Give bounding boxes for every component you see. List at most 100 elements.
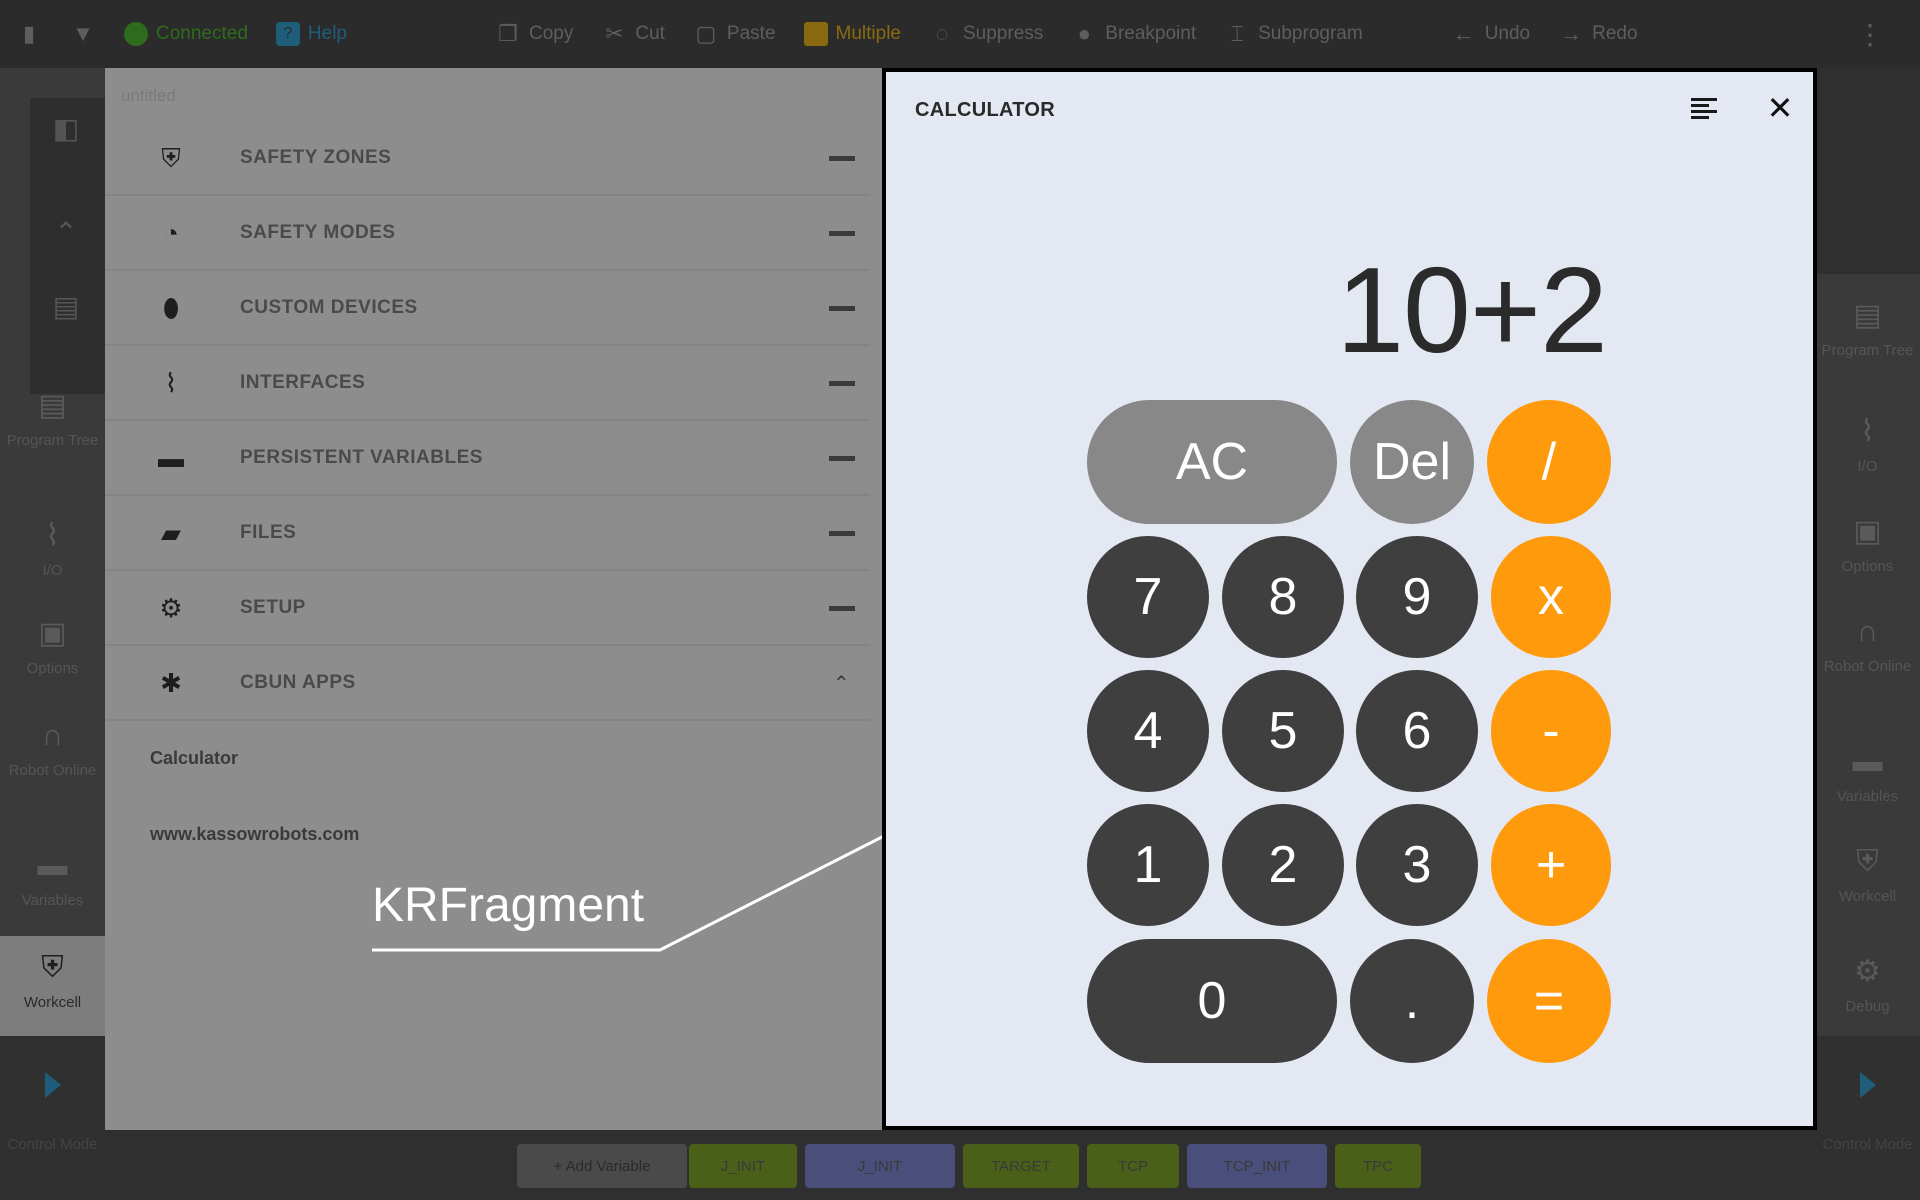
chevron-up-icon: ⌃ [833, 672, 850, 695]
io-icon: ⌇ [1860, 415, 1875, 448]
rail-io[interactable]: ⌇ I/O [0, 518, 105, 580]
breakpoint-button[interactable]: ● Breakpoint [1071, 0, 1197, 68]
layout-icon[interactable]: ◧ [48, 112, 84, 148]
expand-dash-icon [829, 230, 855, 236]
digit-6-button[interactable]: 6 [1356, 670, 1478, 792]
rail-io[interactable]: ⌇ I/O [1815, 414, 1920, 476]
undo-label: Undo [1484, 23, 1531, 44]
left-rail: ◧ ⌃ ▤ ▤ Program Tree ⌇ I/O ▣ Options ∩ R… [0, 68, 105, 1200]
multiple-button[interactable]: Multiple [803, 0, 901, 68]
list-item-label: SAFETY MODES [240, 222, 396, 243]
chevron-up-icon[interactable]: ⌃ [48, 216, 84, 252]
cbun-app-website[interactable]: www.kassowrobots.com [150, 824, 359, 845]
variable-chip[interactable]: J_INIT [689, 1144, 797, 1188]
equals-button[interactable]: = [1487, 939, 1611, 1063]
variables-bar: + Add Variable J_INIT J_INIT TARGET TCP … [105, 1130, 1815, 1200]
copy-icon: ❐ [498, 21, 518, 46]
rail-robot-online[interactable]: ∩ Robot Online [1815, 614, 1920, 676]
digit-0-button[interactable]: 0 [1087, 939, 1337, 1063]
list-item-setup[interactable]: ⚙ SETUP [105, 572, 870, 646]
connected-label: Connected [156, 23, 248, 44]
variable-chip[interactable]: TPC [1335, 1144, 1421, 1188]
plus-button[interactable]: + [1491, 804, 1611, 926]
play-icon [1859, 1072, 1876, 1098]
variable-chip[interactable]: TCP [1087, 1144, 1179, 1188]
rail-options[interactable]: ▣ Options [1815, 514, 1920, 576]
digit-2-button[interactable]: 2 [1222, 804, 1344, 926]
cut-label: Cut [635, 23, 665, 44]
multiple-label: Multiple [835, 23, 901, 44]
history-menu-icon[interactable] [1691, 98, 1717, 122]
list-item-files[interactable]: ▰ FILES [105, 497, 870, 571]
rail-robot-online[interactable]: ∩ Robot Online [0, 718, 105, 780]
control-mode-right[interactable]: Control Mode [1815, 1036, 1920, 1200]
workcell-icon: ⛨ [1856, 845, 1879, 878]
list-item-label: SAFETY ZONES [240, 147, 392, 168]
rail-label: Robot Online [1823, 658, 1912, 675]
variable-chip[interactable]: J_INIT [805, 1144, 955, 1188]
digit-9-button[interactable]: 9 [1356, 536, 1478, 658]
rail-options[interactable]: ▣ Options [0, 616, 105, 678]
help-button[interactable]: ? Help [275, 0, 347, 68]
decimal-point-button[interactable]: . [1350, 939, 1474, 1063]
digit-7-button[interactable]: 7 [1087, 536, 1209, 658]
expand-dash-icon [829, 305, 855, 311]
undo-button[interactable]: ← Undo [1451, 0, 1530, 68]
cbun-app-calculator[interactable]: Calculator [150, 748, 238, 769]
variables-icon: ▬ [1852, 745, 1883, 778]
add-variable-button[interactable]: + Add Variable [517, 1144, 687, 1188]
rail-program-tree[interactable]: ▤ Program Tree [0, 388, 105, 450]
wifi-button[interactable]: ▼ [70, 0, 96, 68]
list-item-safety-zones[interactable]: ⛨ SAFETY ZONES [105, 122, 870, 196]
rail-variables[interactable]: ▬ Variables [1815, 744, 1920, 806]
suppress-button[interactable]: ◌ Suppress [929, 0, 1043, 68]
help-label: Help [307, 23, 347, 44]
digit-1-button[interactable]: 1 [1087, 804, 1209, 926]
list-item-custom-devices[interactable]: ⬮ CUSTOM DEVICES [105, 272, 870, 346]
rail-variables[interactable]: ▬ Variables [0, 848, 105, 910]
list-item-cbun-apps[interactable]: ✱ CBUN APPS ⌃ [105, 647, 870, 721]
digit-3-button[interactable]: 3 [1356, 804, 1478, 926]
suppress-icon: ◌ [935, 21, 949, 46]
rail-debug[interactable]: ⚙ Debug [1815, 954, 1920, 1016]
digit-5-button[interactable]: 5 [1222, 670, 1344, 792]
digit-4-button[interactable]: 4 [1087, 670, 1209, 792]
rail-label: Options [26, 660, 79, 677]
more-vertical-icon[interactable]: ⋮ [1856, 18, 1884, 51]
redo-button[interactable]: → Redo [1558, 0, 1637, 68]
clear-all-button[interactable]: AC [1087, 400, 1337, 524]
variable-chip[interactable]: TARGET [963, 1144, 1079, 1188]
minus-button[interactable]: - [1491, 670, 1611, 792]
multiply-button[interactable]: x [1491, 536, 1611, 658]
lock-button[interactable]: ▮ [16, 0, 42, 68]
close-icon[interactable]: ✕ [1764, 90, 1796, 126]
rail-workcell[interactable]: ⛨ Workcell [0, 936, 105, 1040]
top-toolbar: ▮ ▼ Connected ? Help ❐ Copy ✂ Cut ▢ Past… [0, 0, 1920, 68]
list-item-safety-modes[interactable]: ◔ SAFETY MODES [105, 197, 870, 271]
list-icon[interactable]: ▤ [48, 290, 84, 326]
rail-label: Program Tree [1821, 342, 1914, 359]
paste-button[interactable]: ▢ Paste [693, 0, 776, 68]
copy-label: Copy [528, 23, 574, 44]
copy-button[interactable]: ❐ Copy [495, 0, 573, 68]
rail-label: Robot Online [8, 762, 97, 779]
subprogram-button[interactable]: ⌶ Subprogram [1224, 0, 1363, 68]
rail-workcell[interactable]: ⛨ Workcell [1815, 844, 1920, 906]
variable-chip[interactable]: TCP_INIT [1187, 1144, 1327, 1188]
rail-label: Workcell [23, 994, 82, 1011]
divide-button[interactable]: / [1487, 400, 1611, 524]
list-item-persistent-variables[interactable]: ▬ PERSISTENT VARIABLES [105, 422, 870, 496]
control-mode-left[interactable]: Control Mode [0, 1036, 105, 1200]
rail-program-tree[interactable]: ▤ Program Tree [1815, 298, 1920, 360]
digit-8-button[interactable]: 8 [1222, 536, 1344, 658]
connected-status[interactable]: Connected [124, 0, 248, 68]
cut-button[interactable]: ✂ Cut [601, 0, 665, 68]
right-rail-panel: ▤ Program Tree ⌇ I/O ▣ Options ∩ Robot O… [1815, 274, 1920, 1104]
list-item-label: CUSTOM DEVICES [240, 297, 418, 318]
expand-dash-icon [829, 530, 855, 536]
dialog-title: CALCULATOR [915, 99, 1056, 121]
subprogram-label: Subprogram [1258, 23, 1363, 44]
scissors-icon: ✂ [605, 21, 624, 46]
list-item-interfaces[interactable]: ⌇ INTERFACES [105, 347, 870, 421]
delete-button[interactable]: Del [1350, 400, 1474, 524]
